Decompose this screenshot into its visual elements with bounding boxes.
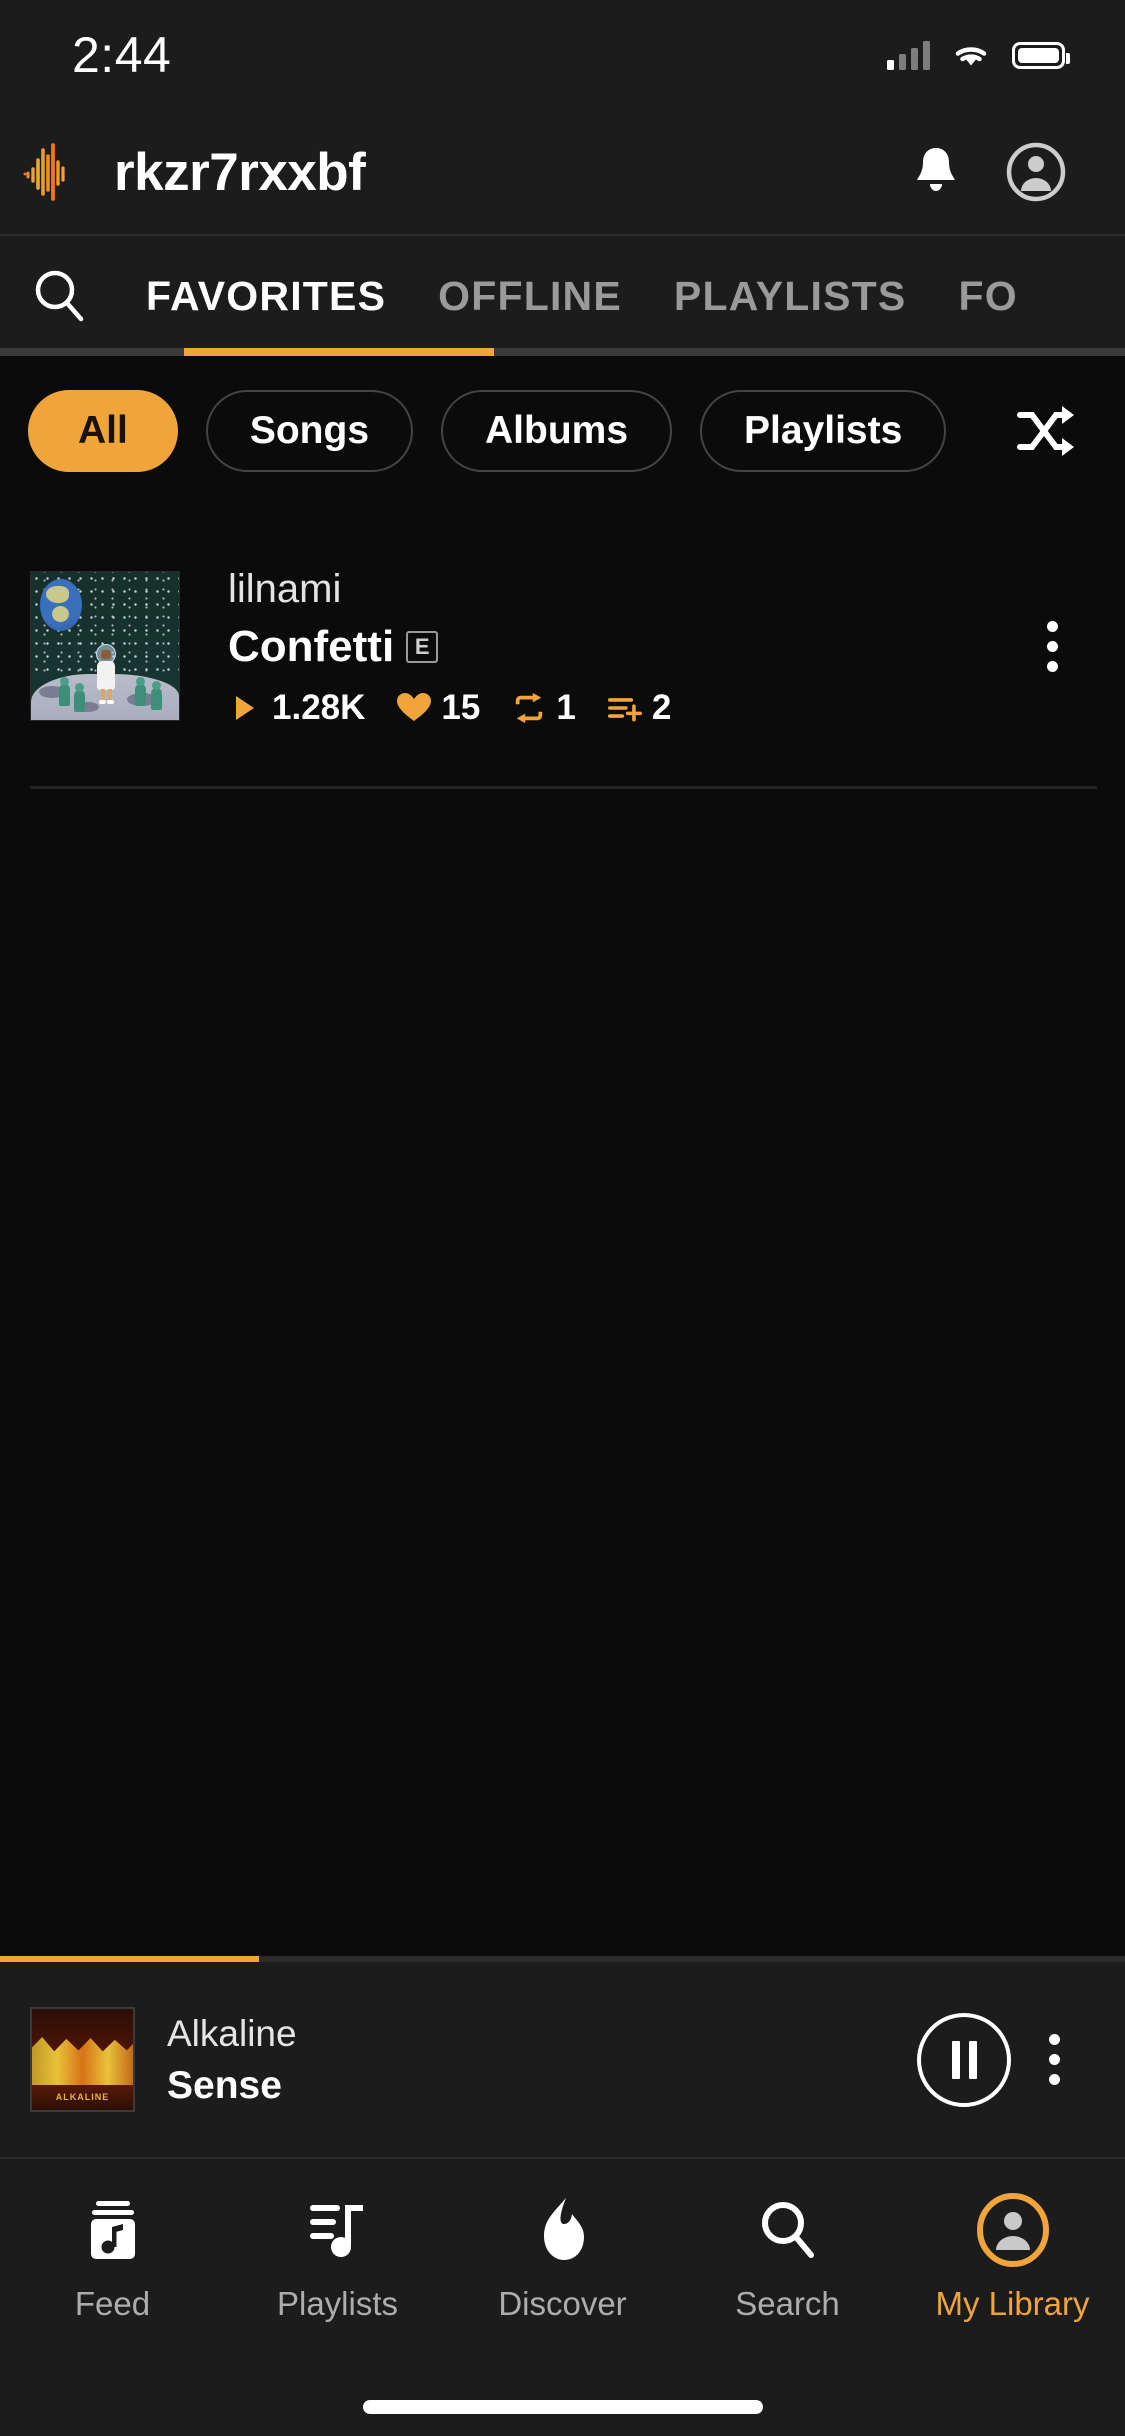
bottom-navigation: Feed Playlists Discover Search My Librar… bbox=[0, 2157, 1125, 2436]
nav-label: Search bbox=[735, 2285, 840, 2322]
more-vertical-icon[interactable] bbox=[1011, 2017, 1097, 2103]
tab-offline[interactable]: OFFLINE bbox=[412, 236, 648, 356]
mini-player-artist: Alkaline bbox=[167, 2012, 297, 2054]
track-row[interactable]: lilnami Confetti E 1.28K 15 1 2 bbox=[0, 506, 1125, 786]
status-indicators bbox=[887, 40, 1070, 70]
album-art-caption: ALKALINE bbox=[55, 2092, 110, 2102]
track-info: lilnami Confetti E 1.28K 15 1 2 bbox=[228, 565, 1007, 728]
tab-underline-track bbox=[0, 348, 1125, 356]
section-tab-strip: FAVORITES OFFLINE PLAYLISTS FO bbox=[0, 236, 1125, 356]
stat-reposts: 1 bbox=[512, 688, 576, 728]
home-indicator[interactable] bbox=[362, 2400, 763, 2414]
tab-active-underline bbox=[184, 348, 494, 356]
tab-playlists[interactable]: PLAYLISTS bbox=[648, 236, 933, 356]
album-art-sense[interactable]: ALKALINE bbox=[30, 2007, 135, 2112]
flame-icon bbox=[536, 2193, 590, 2267]
page-title: rkzr7rxxbf bbox=[114, 142, 366, 202]
add-to-playlist-icon bbox=[607, 691, 642, 725]
nav-item-playlists[interactable]: Playlists bbox=[225, 2193, 450, 2323]
repost-icon bbox=[512, 691, 546, 725]
play-icon bbox=[228, 691, 262, 725]
search-icon bbox=[756, 2193, 820, 2267]
mini-player[interactable]: ALKALINE Alkaline Sense bbox=[0, 1956, 1125, 2157]
stat-favorites: 15 bbox=[397, 688, 480, 728]
chip-songs[interactable]: Songs bbox=[205, 390, 414, 472]
nav-label: My Library bbox=[935, 2285, 1090, 2322]
nav-label: Feed bbox=[74, 2285, 151, 2322]
more-vertical-icon[interactable] bbox=[1007, 601, 1097, 691]
status-time: 2:44 bbox=[72, 27, 172, 83]
nav-label: Playlists bbox=[276, 2285, 399, 2322]
explicit-badge: E bbox=[406, 630, 439, 663]
bell-icon[interactable] bbox=[897, 133, 975, 211]
app-header: rkzr7rxxbf bbox=[0, 110, 1125, 236]
list-divider bbox=[30, 786, 1097, 789]
track-title: Confetti bbox=[228, 621, 395, 671]
status-bar: 2:44 bbox=[0, 0, 1125, 110]
app-screen: 2:44 rkzr7rxxbf FAVORITES OFFLINE PLAYLI… bbox=[0, 0, 1125, 2436]
chip-albums[interactable]: Albums bbox=[441, 390, 673, 472]
track-artist: lilnami bbox=[228, 566, 342, 611]
signal-bars-icon bbox=[887, 40, 930, 70]
track-stats: 1.28K 15 1 2 bbox=[228, 688, 1007, 728]
shuffle-icon[interactable] bbox=[1003, 388, 1089, 474]
stat-plays: 1.28K bbox=[228, 688, 365, 728]
audiomack-waveform-logo bbox=[23, 143, 65, 201]
mini-player-text: Alkaline Sense bbox=[167, 2011, 917, 2108]
nav-item-feed[interactable]: Feed bbox=[0, 2193, 225, 2323]
wifi-icon bbox=[955, 47, 987, 66]
chip-all[interactable]: All bbox=[28, 390, 178, 472]
tab-following[interactable]: FO bbox=[932, 236, 1043, 356]
nav-item-discover[interactable]: Discover bbox=[450, 2193, 675, 2323]
heart-icon bbox=[397, 691, 432, 725]
nav-label: Discover bbox=[498, 2285, 627, 2322]
account-circle-icon bbox=[976, 2193, 1050, 2267]
pause-icon[interactable] bbox=[917, 2012, 1011, 2107]
tab-favorites[interactable]: FAVORITES bbox=[120, 236, 412, 356]
stat-playlist-adds: 2 bbox=[607, 688, 671, 728]
playlist-music-icon bbox=[307, 2193, 369, 2267]
feed-music-icon bbox=[83, 2193, 143, 2267]
tab-list: FAVORITES OFFLINE PLAYLISTS FO bbox=[120, 236, 1044, 356]
nav-item-search[interactable]: Search bbox=[675, 2193, 900, 2323]
battery-full-icon bbox=[1012, 41, 1070, 69]
mini-player-title: Sense bbox=[167, 2064, 282, 2108]
chip-playlists[interactable]: Playlists bbox=[700, 390, 947, 472]
account-circle-icon[interactable] bbox=[997, 133, 1075, 211]
nav-item-my-library[interactable]: My Library bbox=[900, 2193, 1125, 2323]
filter-chip-row: All Songs Albums Playlists bbox=[0, 356, 1125, 506]
album-art-confetti[interactable] bbox=[30, 571, 180, 721]
search-icon[interactable] bbox=[0, 265, 120, 327]
favorites-list: lilnami Confetti E 1.28K 15 1 2 bbox=[0, 506, 1125, 1956]
